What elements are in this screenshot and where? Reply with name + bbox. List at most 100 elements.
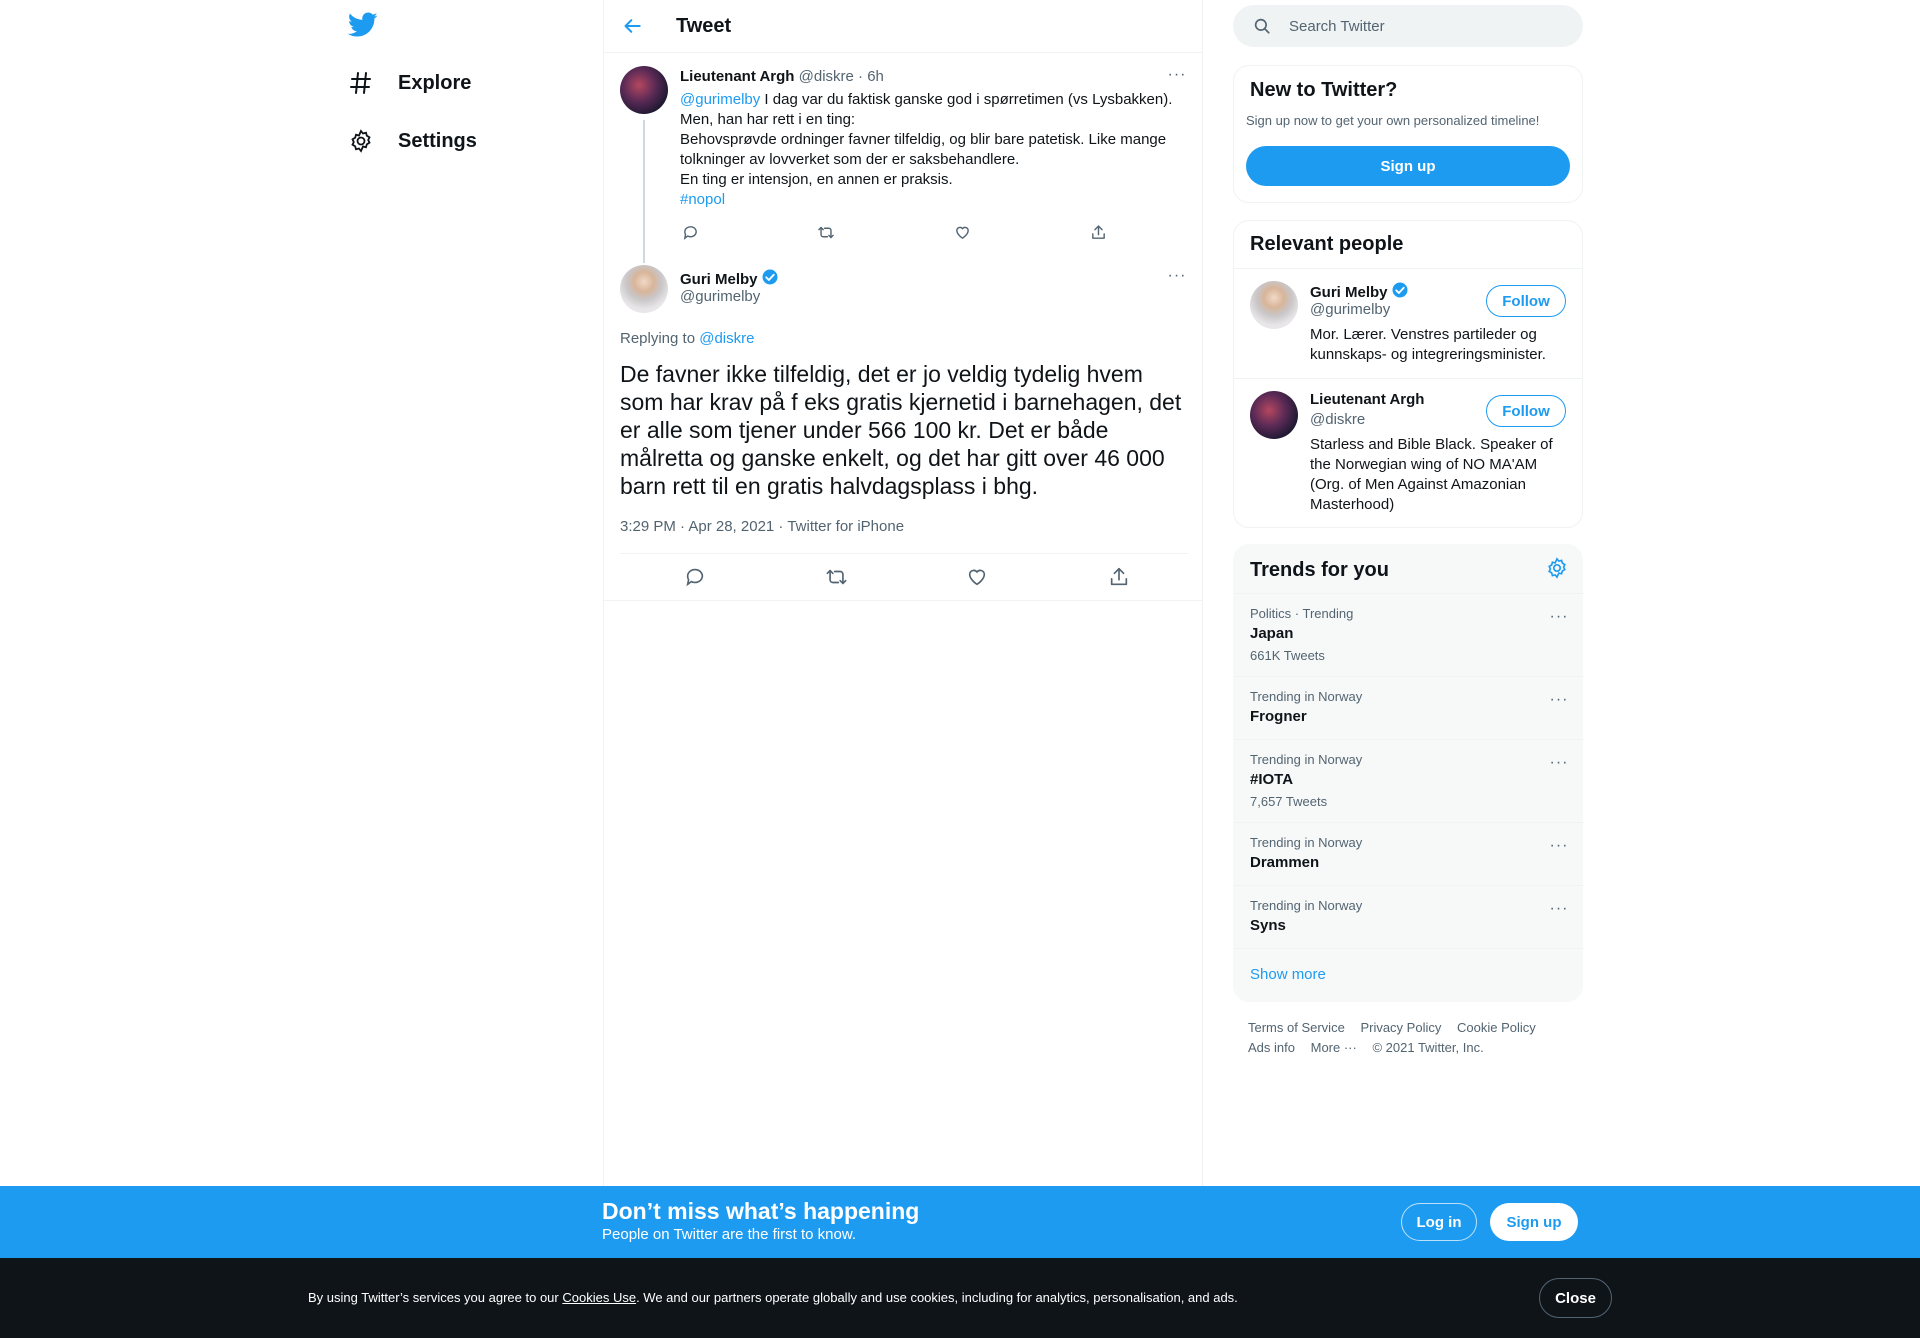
trend-item[interactable]: Trending in Norway #IOTA 7,657 Tweets ··… — [1234, 739, 1584, 822]
trend-context: Trending in Norway — [1250, 835, 1363, 850]
retweet-icon[interactable] — [816, 222, 836, 242]
person-handle[interactable]: @gurimelby — [1310, 301, 1390, 318]
avatar[interactable] — [620, 66, 668, 114]
footer-link[interactable]: Ads info — [1248, 1038, 1295, 1058]
more-options-icon[interactable]: ··· — [1548, 835, 1570, 857]
more-options-icon[interactable]: ··· — [1548, 898, 1570, 920]
tweet-text: De favner ikke tilfeldig, det er jo veld… — [620, 361, 1182, 499]
thread-connector — [643, 120, 645, 263]
verified-badge-icon — [1391, 281, 1409, 303]
reply-icon[interactable] — [682, 564, 708, 590]
footer-link[interactable]: Terms of Service — [1248, 1018, 1345, 1038]
trend-item[interactable]: Trending in Norway Syns ··· — [1234, 885, 1584, 948]
more-options-icon[interactable]: ··· — [1166, 64, 1188, 86]
replying-to: Replying to @diskre — [620, 330, 754, 347]
trend-item[interactable]: Politics · Trending Japan 661K Tweets ··… — [1234, 593, 1584, 676]
new-to-twitter-card: New to Twitter? Sign up now to get your … — [1233, 65, 1583, 203]
trend-count: 7,657 Tweets — [1250, 794, 1328, 809]
gear-icon — [348, 128, 374, 154]
search-input[interactable] — [1289, 5, 1569, 47]
footer-links: Terms of Service Privacy Policy Cookie P… — [1248, 1018, 1568, 1058]
cookies-use-link[interactable]: Cookies Use — [562, 1290, 636, 1305]
avatar[interactable] — [1250, 281, 1298, 329]
signup-promo-bar: Don’t miss what’s happening People on Tw… — [0, 1186, 1920, 1258]
trend-name: #IOTA — [1250, 771, 1294, 788]
tweet-meta[interactable]: 3:29 PM · Apr 28, 2021 · Twitter for iPh… — [620, 518, 904, 535]
trend-context: Trending in Norway — [1250, 689, 1363, 704]
avatar[interactable] — [1250, 391, 1298, 439]
footer-link[interactable]: Privacy Policy — [1360, 1018, 1441, 1038]
card-title: Trends for you — [1250, 559, 1389, 581]
sign-up-button[interactable]: Sign up — [1490, 1203, 1578, 1241]
more-options-icon[interactable]: ··· — [1548, 752, 1570, 774]
search-icon — [1253, 17, 1271, 35]
page: Explore Settings Tweet Lieutenant Argh @… — [0, 0, 1920, 1338]
hashtag-icon — [348, 70, 374, 96]
reply-icon[interactable] — [680, 222, 700, 242]
close-button[interactable]: Close — [1539, 1278, 1612, 1318]
author-handle[interactable]: @gurimelby — [680, 288, 760, 305]
footer-link[interactable]: Cookie Policy — [1457, 1018, 1536, 1038]
person-bio: Starless and Bible Black. Speaker of the… — [1310, 436, 1553, 513]
more-options-icon[interactable]: ··· — [1166, 265, 1188, 287]
replying-handle-link[interactable]: @diskre — [699, 330, 754, 347]
divider — [620, 553, 1188, 554]
tweet-text-line: Behovsprøvde ordninger favner tilfeldig,… — [680, 131, 1167, 168]
tweet-text-line: Men, han har rett i en ting: — [680, 111, 856, 128]
person-item[interactable]: Guri Melby @gurimelby Mor. Lærer. Venstr… — [1234, 268, 1582, 378]
share-icon[interactable] — [1088, 222, 1108, 242]
back-button[interactable] — [616, 9, 650, 43]
person-item[interactable]: Lieutenant Argh @diskre Starless and Bib… — [1234, 378, 1582, 528]
trend-name: Drammen — [1250, 854, 1320, 871]
trend-name: Syns — [1250, 917, 1286, 934]
sign-up-button[interactable]: Sign up — [1246, 146, 1570, 186]
twitter-logo-icon[interactable] — [347, 12, 378, 40]
search-box[interactable] — [1233, 5, 1583, 47]
cookie-text-suffix: . We and our partners operate globally a… — [636, 1290, 1238, 1305]
footer-more-link[interactable]: More ··· — [1311, 1038, 1357, 1058]
show-more-row: Show more — [1234, 948, 1584, 1002]
cookie-text-prefix: By using Twitter’s services you agree to… — [308, 1290, 563, 1305]
person-name-row: Lieutenant Argh — [1310, 391, 1424, 408]
trend-context: Trending in Norway — [1250, 752, 1363, 767]
retweet-icon[interactable] — [823, 564, 849, 590]
separator-dot: · — [858, 68, 864, 85]
like-icon[interactable] — [964, 564, 990, 590]
trend-item[interactable]: Trending in Norway Drammen ··· — [1234, 822, 1584, 885]
like-icon[interactable] — [952, 222, 972, 242]
nav-item-explore[interactable]: Explore — [348, 63, 471, 103]
trends-card: Trends for you Politics · Trending Japan… — [1233, 544, 1584, 1002]
nav-item-settings[interactable]: Settings — [348, 121, 477, 161]
person-name[interactable]: Guri Melby — [1310, 284, 1388, 301]
share-icon[interactable] — [1106, 564, 1132, 590]
nav-item-label: Settings — [398, 129, 477, 152]
author-handle[interactable]: @diskre — [799, 68, 854, 85]
trend-context: Trending in Norway — [1250, 898, 1363, 913]
trend-name: Frogner — [1250, 708, 1307, 725]
page-title: Tweet — [676, 15, 732, 37]
trend-item[interactable]: Trending in Norway Frogner ··· — [1234, 676, 1584, 739]
trend-context: Politics · Trending — [1250, 606, 1354, 621]
mention-link[interactable]: @gurimelby — [680, 91, 760, 108]
author-name[interactable]: Lieutenant Argh — [680, 68, 794, 85]
tweet-time[interactable]: 6h — [867, 68, 884, 85]
hashtag-link[interactable]: #nopol — [680, 191, 725, 208]
header: Tweet — [604, 0, 1203, 53]
tweet-actions — [620, 564, 1188, 590]
person-bio: Mor. Lærer. Venstres partileder og kunns… — [1310, 326, 1546, 363]
trends-settings-gear-icon[interactable] — [1546, 557, 1568, 579]
follow-button[interactable]: Follow — [1486, 285, 1566, 317]
log-in-button[interactable]: Log in — [1401, 1203, 1477, 1241]
person-handle[interactable]: @diskre — [1310, 411, 1365, 428]
replying-label: Replying to — [620, 330, 700, 347]
more-options-icon[interactable]: ··· — [1548, 606, 1570, 628]
show-more-link[interactable]: Show more — [1250, 966, 1326, 983]
trend-name: Japan — [1250, 625, 1294, 642]
avatar[interactable] — [620, 265, 668, 313]
copyright: © 2021 Twitter, Inc. — [1372, 1040, 1484, 1055]
author-name[interactable]: Guri Melby — [680, 271, 758, 288]
person-name[interactable]: Lieutenant Argh — [1310, 391, 1424, 408]
card-title: New to Twitter? — [1250, 79, 1398, 101]
follow-button[interactable]: Follow — [1486, 395, 1566, 427]
more-options-icon[interactable]: ··· — [1548, 689, 1570, 711]
